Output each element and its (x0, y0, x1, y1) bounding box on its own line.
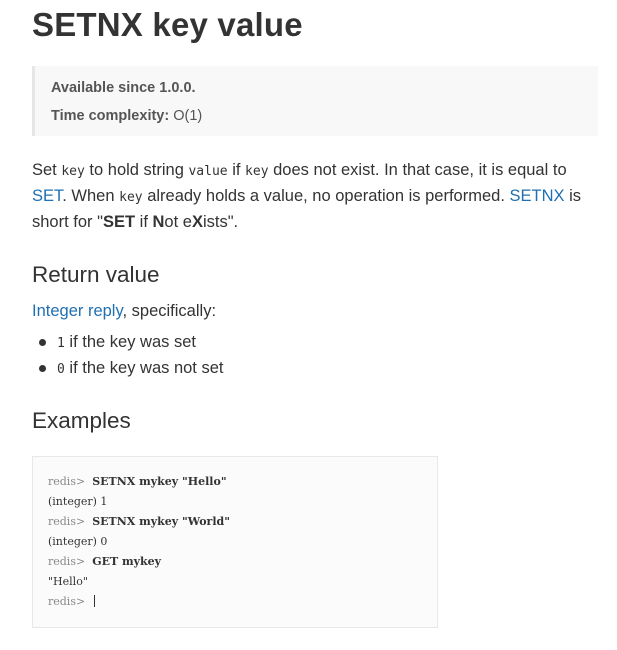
console-output-line: "Hello" (48, 575, 88, 588)
page-title: SETNX key value (32, 6, 303, 43)
return-code: 0 (57, 362, 65, 377)
code-key: key (245, 164, 269, 179)
console-prompt: redis> (48, 555, 86, 568)
emphasis-n: N (152, 213, 165, 231)
command-metadata: Available since 1.0.0. Time complexity: … (32, 66, 598, 136)
console-output-line: (integer) 0 (48, 535, 108, 548)
return-text: if the key was not set (64, 359, 224, 377)
emphasis-set: SET (102, 213, 136, 231)
time-complexity-value: O(1) (173, 108, 203, 124)
description-text: does not exist. In that case, it is equa… (268, 161, 567, 179)
console-output-line: (integer) 1 (48, 495, 108, 508)
console-command-line: redis> SETNX mykey "Hello" (48, 475, 437, 495)
list-item: 0 if the key was not set (32, 356, 224, 382)
integer-reply-link[interactable]: Integer reply (32, 302, 123, 320)
bullet-icon (39, 339, 46, 346)
description-text: ot e (164, 213, 192, 231)
description-text: to hold string (84, 161, 189, 179)
return-value-description: Integer reply, specifically: (32, 299, 216, 324)
setnx-command-link[interactable]: SETNX (510, 187, 565, 205)
examples-heading: Examples (32, 408, 131, 433)
console-input-line[interactable]: redis> (48, 595, 437, 615)
console-command-line: redis> SETNX mykey "World" (48, 515, 437, 535)
description-text: ists". (202, 213, 239, 231)
return-value-heading: Return value (32, 262, 160, 287)
command-description: Set key to hold string value if key does… (32, 158, 592, 235)
available-since-label: Available since 1.0.0. (51, 80, 196, 96)
code-key: key (119, 190, 143, 205)
console-prompt: redis> (48, 595, 86, 608)
console-command: GET mykey (92, 555, 162, 568)
return-value-suffix: , specifically: (122, 302, 217, 320)
code-value: value (188, 164, 228, 179)
time-complexity-label: Time complexity: (51, 108, 170, 124)
interactive-console[interactable]: redis> SETNX mykey "Hello" (integer) 1 r… (32, 456, 438, 628)
list-item: 1 if the key was set (32, 330, 224, 356)
code-key: key (61, 164, 85, 179)
return-value-list: 1 if the key was set 0 if the key was no… (32, 330, 224, 382)
text-cursor (94, 595, 96, 607)
description-text: already holds a value, no operation is p… (142, 187, 510, 205)
console-command: SETNX mykey "Hello" (92, 475, 227, 488)
return-code: 1 (57, 336, 65, 351)
description-text: . When (62, 187, 120, 205)
emphasis-x: X (191, 213, 203, 231)
console-command-line: redis> GET mykey (48, 555, 437, 575)
console-prompt: redis> (48, 475, 86, 488)
description-text: Set (32, 161, 62, 179)
console-prompt: redis> (48, 515, 86, 528)
description-text: if (227, 161, 246, 179)
console-command: SETNX mykey "World" (92, 515, 230, 528)
available-since: Available since 1.0.0. (51, 78, 598, 106)
description-text: if (135, 213, 153, 231)
time-complexity: Time complexity: O(1) (51, 106, 598, 134)
return-text: if the key was set (64, 333, 196, 351)
bullet-icon (39, 365, 46, 372)
set-command-link[interactable]: SET (32, 187, 62, 205)
